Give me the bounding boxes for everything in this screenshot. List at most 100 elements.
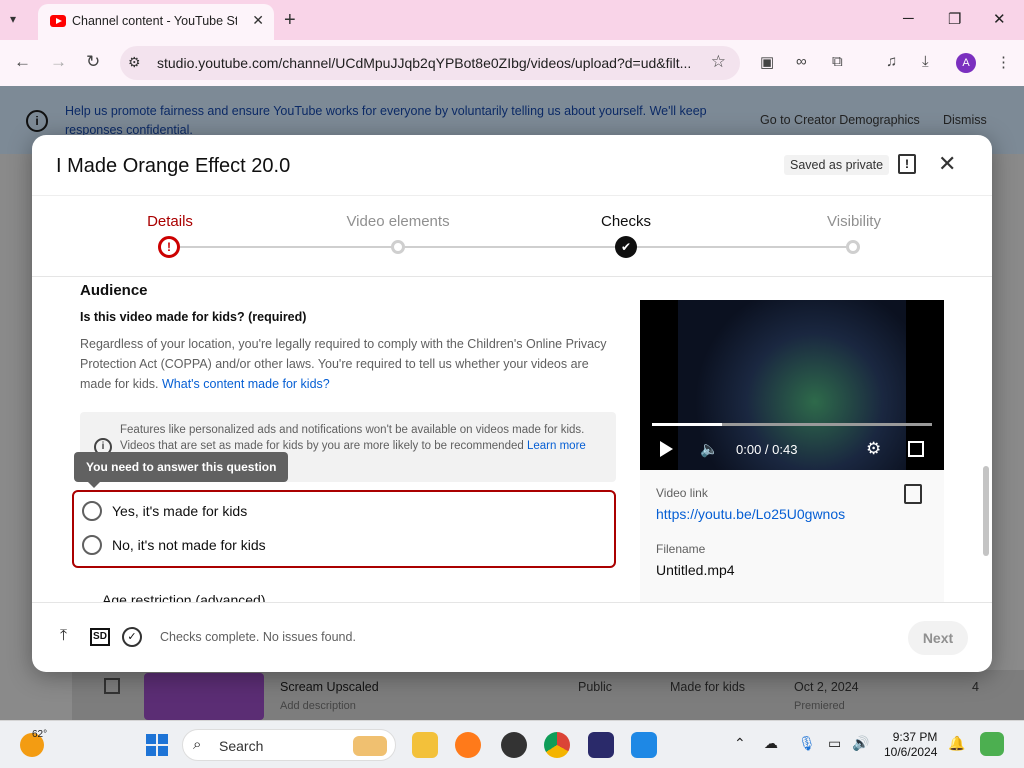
progress-bar[interactable] xyxy=(652,423,932,426)
browser-menu-icon[interactable]: ⋮ xyxy=(996,53,1011,71)
age-restriction-toggle[interactable]: ⌄ Age restriction (advanced) xyxy=(80,592,265,602)
close-dialog-icon[interactable]: ✕ xyxy=(938,151,956,177)
site-info-icon[interactable]: ⚙ xyxy=(128,54,141,71)
search-icon: ⌕ xyxy=(193,736,202,753)
next-button[interactable]: Next xyxy=(908,621,968,655)
search-highlight-icon xyxy=(353,736,387,756)
reload-icon[interactable]: ↻ xyxy=(86,52,100,72)
settings-gear-icon[interactable]: ⚙ xyxy=(866,439,881,459)
cloud-sync-icon[interactable]: ☁ xyxy=(764,735,778,752)
age-restriction-label[interactable]: Age restriction (advanced) xyxy=(102,592,265,602)
upload-stepper: Details Video elements Checks Visibility… xyxy=(32,195,992,277)
checks-complete-icon: ✓ xyxy=(122,627,142,647)
audio-app-icon[interactable] xyxy=(588,732,614,758)
upload-icon[interactable]: ⤒ xyxy=(60,627,67,645)
chevron-down-icon[interactable]: ⌄ xyxy=(80,594,90,602)
step-pending-icon[interactable] xyxy=(391,240,405,254)
video-player[interactable]: 🔈 0:00 / 0:43 ⚙ xyxy=(640,300,944,470)
step-checks[interactable]: Checks xyxy=(566,213,686,230)
app-icon[interactable] xyxy=(501,732,527,758)
radio-circle-icon[interactable] xyxy=(82,535,102,555)
stepper-track xyxy=(170,246,854,248)
fullscreen-icon[interactable] xyxy=(908,441,924,457)
required-tooltip: You need to answer this question xyxy=(74,452,289,488)
chrome-icon[interactable] xyxy=(544,732,570,758)
window-close-icon[interactable]: ✕ xyxy=(993,10,1006,28)
volume-icon[interactable]: 🔈 xyxy=(700,440,719,458)
maximize-icon[interactable]: ❐ xyxy=(948,10,961,28)
browser-tab-strip: ▾ Channel content - YouTube Studio ✕ + ─… xyxy=(0,0,1024,40)
browser-tab[interactable]: Channel content - YouTube Studio ✕ xyxy=(38,4,274,40)
dialog-footer: ⤒ SD ✓ Checks complete. No issues found.… xyxy=(32,602,992,672)
extensions-puzzle-icon[interactable]: ⧉ xyxy=(832,53,843,70)
scrollbar-thumb[interactable] xyxy=(983,466,989,556)
profile-avatar[interactable]: A xyxy=(956,53,976,73)
video-title[interactable]: Scream Upscaled xyxy=(280,680,379,694)
url-text[interactable]: studio.youtube.com/channel/UCdMpuJJqb2qY… xyxy=(157,55,697,71)
radio-circle-icon[interactable] xyxy=(82,501,102,521)
coppa-description-text: Regardless of your location, you're lega… xyxy=(80,337,607,391)
copilot-icon[interactable] xyxy=(980,732,1004,756)
search-label[interactable]: Search xyxy=(219,738,263,754)
video-description: Add description xyxy=(280,700,356,712)
play-icon[interactable] xyxy=(660,441,673,457)
new-tab-icon[interactable]: + xyxy=(284,9,296,32)
firefox-icon[interactable] xyxy=(455,732,481,758)
radio-yes-made-for-kids[interactable]: Yes, it's made for kids xyxy=(82,498,602,526)
saved-status-badge: Saved as private xyxy=(784,155,890,175)
install-app-icon[interactable]: ▣ xyxy=(760,53,774,71)
visibility-value: Public xyxy=(578,680,613,694)
step-video-elements[interactable]: Video elements xyxy=(338,213,458,230)
media-controls-icon[interactable]: ♫ xyxy=(886,53,897,70)
step-pending-icon[interactable] xyxy=(846,240,860,254)
tab-title: Channel content - YouTube Studio xyxy=(72,14,237,28)
notification-bell-icon[interactable]: 🔔 xyxy=(948,735,965,752)
radio-yes-label[interactable]: Yes, it's made for kids xyxy=(112,503,247,519)
learn-more-link[interactable]: Learn more xyxy=(527,440,586,452)
date-value: Oct 2, 2024 xyxy=(794,680,859,694)
step-details[interactable]: Details xyxy=(110,213,230,230)
content-made-for-kids-link[interactable]: What's content made for kids? xyxy=(162,377,330,391)
video-link-label: Video link xyxy=(656,486,708,500)
extension-infinity-icon[interactable]: ∞ xyxy=(796,53,807,70)
copy-icon[interactable] xyxy=(904,484,922,504)
radio-no-label[interactable]: No, it's not made for kids xyxy=(112,537,266,553)
creator-demographics-button[interactable]: Go to Creator Demographics xyxy=(760,113,920,127)
downloads-icon[interactable]: ⤓ xyxy=(922,53,929,70)
minimize-icon[interactable]: ─ xyxy=(903,10,914,27)
radio-not-made-for-kids[interactable]: No, it's not made for kids xyxy=(82,532,602,560)
tab-close-icon[interactable]: ✕ xyxy=(252,12,264,29)
windows-start-icon[interactable] xyxy=(146,734,168,756)
taskbar-search[interactable]: ⌕ Search xyxy=(182,729,396,761)
bookmark-star-icon[interactable]: ☆ xyxy=(711,52,726,72)
speaker-icon[interactable]: 🔊 xyxy=(852,735,869,752)
step-visibility[interactable]: Visibility xyxy=(794,213,914,230)
views-value: 4 xyxy=(972,680,979,694)
row-checkbox[interactable] xyxy=(104,678,120,694)
video-link[interactable]: https://youtu.be/Lo25U0gwnos xyxy=(656,506,845,522)
tray-chevron-up-icon[interactable]: ⌃ xyxy=(734,735,746,752)
temperature: 62° xyxy=(32,729,48,740)
feedback-icon[interactable]: ! xyxy=(898,154,916,174)
display-icon[interactable]: ▭ xyxy=(828,735,841,752)
checkmark-icon[interactable]: ✔ xyxy=(615,236,637,258)
windows-taskbar: 62° ⌕ Search ⌃ ☁ 🎙 ▭ 🔊 9:37 PM 10/6/2024… xyxy=(0,720,1024,768)
notice-text: Features like personalized ads and notif… xyxy=(120,424,585,452)
error-icon[interactable]: ! xyxy=(158,236,180,258)
file-explorer-icon[interactable] xyxy=(412,732,438,758)
audience-heading: Audience xyxy=(80,282,148,299)
microphone-icon[interactable]: 🎙 xyxy=(798,735,816,752)
back-arrow-icon[interactable]: ← xyxy=(14,52,31,72)
forward-arrow-icon[interactable]: → xyxy=(50,52,67,72)
tab-search-chevron-icon[interactable]: ▾ xyxy=(10,12,28,28)
clock-date: 10/6/2024 xyxy=(884,745,938,759)
table-row: Scream Upscaled Add description Public M… xyxy=(72,670,1024,720)
dismiss-button[interactable]: Dismiss xyxy=(943,113,987,127)
dialog-scrollbar[interactable] xyxy=(983,282,989,598)
editor-app-icon[interactable] xyxy=(631,732,657,758)
details-content: Audience Is this video made for kids? (r… xyxy=(32,278,992,602)
system-clock[interactable]: 9:37 PM 10/6/2024 xyxy=(884,730,937,760)
address-bar[interactable]: ⚙ studio.youtube.com/channel/UCdMpuJJqb2… xyxy=(120,46,740,80)
notice-body: Features like personalized ads and notif… xyxy=(120,422,608,454)
video-thumbnail[interactable] xyxy=(144,673,264,720)
